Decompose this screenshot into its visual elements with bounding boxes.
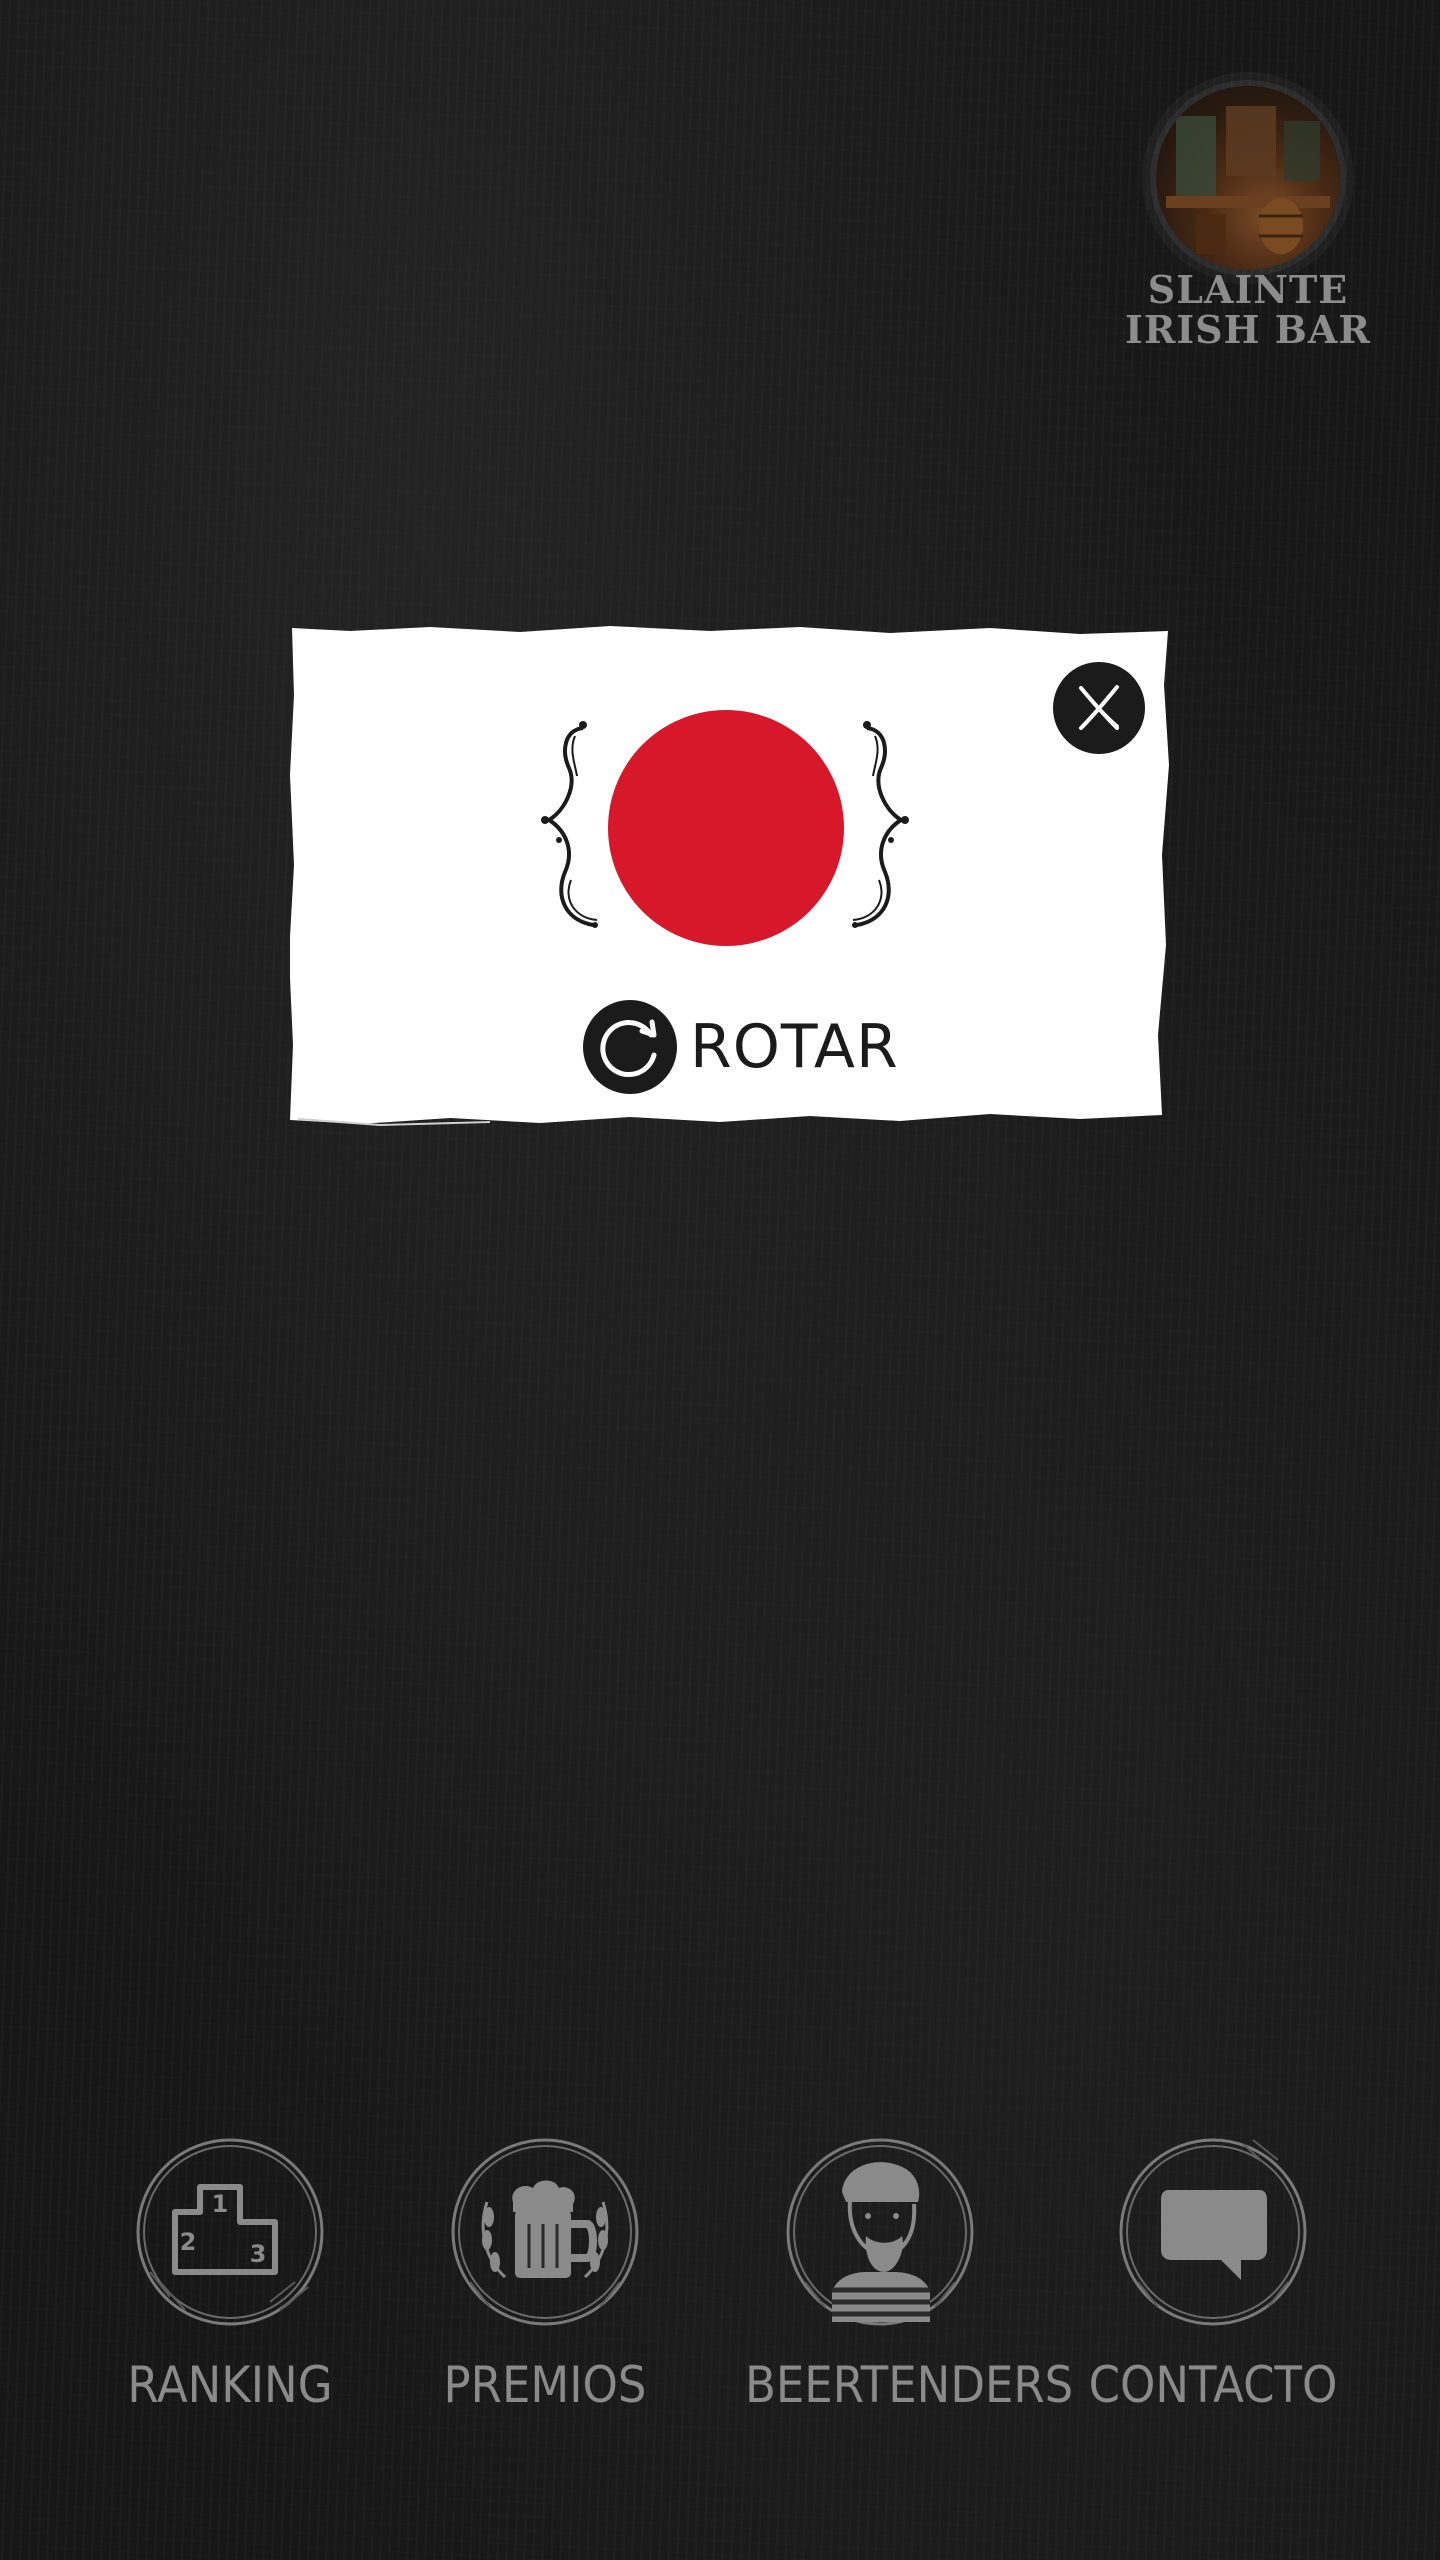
podium-icon: 1 2 3: [130, 2132, 330, 2332]
close-x-icon: [1055, 664, 1143, 752]
bar-logo[interactable]: SLAINTE IRISH BAR: [1118, 78, 1378, 368]
nav-label-ranking: RANKING: [127, 2356, 333, 2414]
nav-item-ranking[interactable]: 1 2 3 RANKING: [80, 2120, 380, 2440]
left-bracket-ornament-icon: [541, 721, 598, 928]
nav-label-premios: PREMIOS: [443, 2356, 647, 2414]
rotate-button[interactable]: ROTAR: [580, 990, 898, 1100]
chat-bubble-icon: [1113, 2132, 1313, 2332]
right-bracket-ornament-icon: [852, 721, 909, 928]
nav-item-contacto[interactable]: CONTACTO: [1063, 2120, 1363, 2440]
svg-text:1: 1: [212, 2190, 229, 2218]
close-button[interactable]: [1053, 662, 1145, 754]
beer-mug-icon: [445, 2132, 645, 2332]
rotate-label: ROTAR: [690, 1012, 899, 1082]
flag-display: [535, 710, 915, 960]
bartender-icon: [780, 2132, 980, 2332]
bar-photo-badge-icon: [1156, 86, 1340, 270]
svg-text:3: 3: [250, 2240, 267, 2268]
svg-text:2: 2: [180, 2228, 197, 2256]
nav-label-beertenders: BEERTENDERS: [745, 2356, 1074, 2414]
app-screen: SLAINTE IRISH BAR ROTAR 1 2 3 RANKING PR…: [0, 0, 1440, 2560]
rotate-arrow-icon: [583, 1000, 677, 1094]
flag-red-circle: [608, 710, 844, 946]
bar-name: SLAINTE IRISH BAR: [1125, 267, 1371, 352]
nav-item-beertenders[interactable]: BEERTENDERS: [730, 2120, 1074, 2440]
flag-modal: ROTAR: [290, 625, 1170, 1140]
nav-item-premios[interactable]: PREMIOS: [395, 2120, 695, 2440]
bottom-navigation: 1 2 3 RANKING PREMIOS BEERTENDERS CONTAC…: [0, 2120, 1440, 2440]
nav-label-contacto: CONTACTO: [1088, 2356, 1338, 2414]
